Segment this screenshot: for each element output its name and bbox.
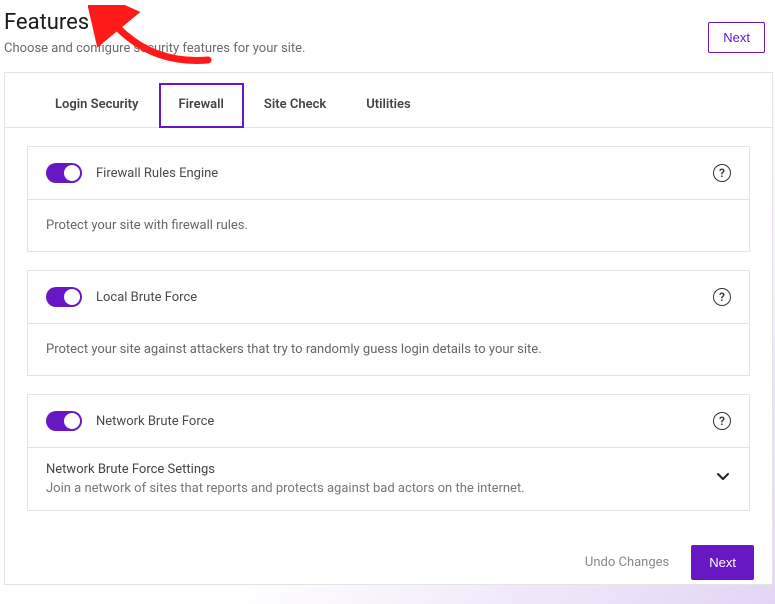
next-button-top[interactable]: Next — [708, 22, 765, 53]
features-count-badge: 3 — [97, 12, 119, 34]
feature-firewall-rules: Firewall Rules Engine ? Protect your sit… — [27, 146, 750, 252]
feature-desc: Protect your site against attackers that… — [28, 324, 749, 375]
tab-firewall[interactable]: Firewall — [159, 83, 244, 128]
feature-local-brute-force: Local Brute Force ? Protect your site ag… — [27, 270, 750, 376]
settings-title: Network Brute Force Settings — [46, 462, 715, 477]
help-icon[interactable]: ? — [713, 288, 731, 306]
toggle-local-brute-force[interactable] — [46, 287, 82, 307]
chevron-down-icon[interactable] — [715, 469, 731, 489]
tabs-bar: Login Security Firewall Site Check Utili… — [5, 73, 772, 128]
feature-network-brute-force: Network Brute Force ? Network Brute Forc… — [27, 394, 750, 511]
tab-utilities[interactable]: Utilities — [346, 83, 430, 128]
help-icon[interactable]: ? — [713, 164, 731, 182]
feature-name: Local Brute Force — [96, 290, 713, 305]
feature-name: Firewall Rules Engine — [96, 166, 713, 181]
feature-desc: Protect your site with firewall rules. — [28, 200, 749, 251]
toggle-firewall-rules[interactable] — [46, 163, 82, 183]
settings-desc: Join a network of sites that reports and… — [46, 481, 715, 496]
undo-changes-link[interactable]: Undo Changes — [585, 555, 669, 570]
page-title: Features — [4, 10, 89, 35]
help-icon[interactable]: ? — [713, 412, 731, 430]
feature-name: Network Brute Force — [96, 414, 713, 429]
toggle-network-brute-force[interactable] — [46, 411, 82, 431]
tab-login-security[interactable]: Login Security — [35, 83, 159, 128]
features-card: Login Security Firewall Site Check Utili… — [4, 72, 773, 585]
page-subtitle: Choose and configure security features f… — [4, 41, 773, 56]
tab-site-check[interactable]: Site Check — [244, 83, 346, 128]
next-button-bottom[interactable]: Next — [691, 545, 754, 580]
